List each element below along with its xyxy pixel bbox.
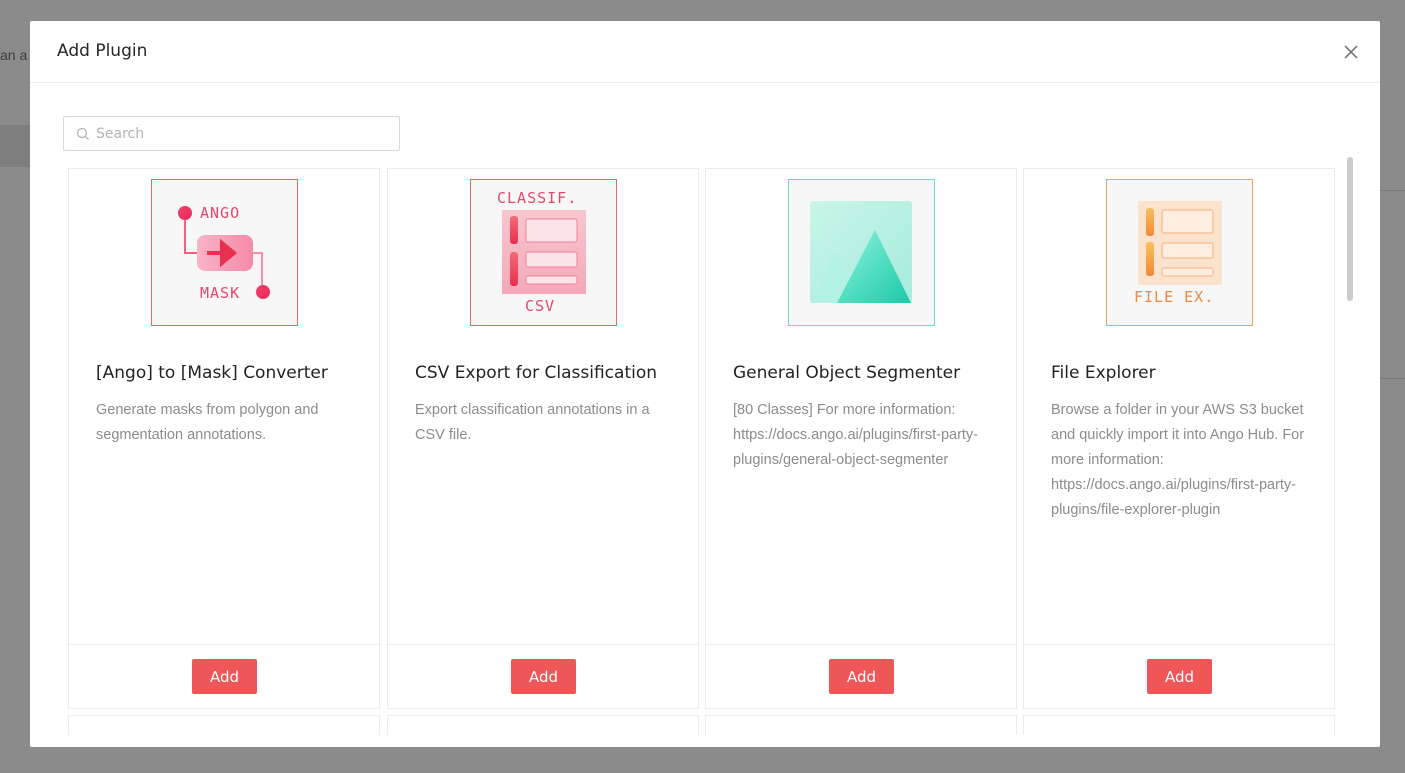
modal-header: Add Plugin [30, 21, 1380, 83]
thumb-label-top: ANGO [200, 204, 241, 222]
scrollbar-thumb[interactable] [1347, 157, 1353, 301]
search-input[interactable] [96, 125, 386, 142]
plugin-description: Browse a folder in your AWS S3 bucket an… [1051, 402, 1305, 518]
plugin-card-partial [387, 715, 699, 735]
background-band [0, 125, 30, 167]
plugin-card-partial [1023, 715, 1335, 735]
plugin-title: File Explorer [1051, 363, 1156, 383]
add-button[interactable]: Add [192, 659, 257, 694]
search-icon [76, 127, 89, 140]
plugin-card-partial [68, 715, 380, 735]
add-plugin-modal: Add Plugin Search ANGO MASK [Ango] to [M… [30, 21, 1380, 747]
add-button[interactable]: Add [829, 659, 894, 694]
plugin-card-file-explorer: FILE EX. File Explorer Browse a folder i… [1023, 168, 1335, 709]
plugin-description: Generate masks from polygon and segmenta… [96, 402, 319, 443]
close-icon[interactable] [1342, 43, 1360, 61]
plugin-card-ango-to-mask: ANGO MASK [Ango] to [Mask] Converter Gen… [68, 168, 380, 709]
card-footer: Add [1024, 644, 1334, 709]
plugin-description: [80 Classes] For more information: https… [733, 402, 979, 468]
add-button[interactable]: Add [511, 659, 576, 694]
card-footer: Add [388, 644, 698, 709]
plugin-card-csv-export: CLASSIF. CSV CSV Export for Classificati… [387, 168, 699, 709]
search-field[interactable] [63, 116, 400, 151]
modal-title: Add Plugin [57, 41, 148, 61]
thumb-label-top: CLASSIF. [497, 189, 578, 207]
ango-to-mask-icon [151, 179, 298, 326]
plugin-card-object-segmenter: General Object Segmenter [80 Classes] Fo… [705, 168, 1017, 709]
background-divider [1380, 190, 1405, 191]
card-footer: Add [706, 644, 1016, 709]
thumb-label-bottom: MASK [200, 284, 241, 302]
plugin-title: [Ango] to [Mask] Converter [96, 363, 328, 383]
plugin-card-partial [705, 715, 1017, 735]
background-divider [1380, 378, 1405, 379]
add-button[interactable]: Add [1147, 659, 1212, 694]
plugin-title: General Object Segmenter [733, 363, 961, 383]
card-footer: Add [69, 644, 379, 709]
plugin-description: Export classification annotations in a C… [415, 402, 650, 443]
background-text: an a [0, 47, 28, 63]
plugin-title: CSV Export for Classification [415, 363, 658, 383]
thumb-label-bottom: FILE EX. [1134, 288, 1215, 306]
thumb-label-bottom: CSV [525, 297, 556, 315]
mountain-image-icon [788, 179, 935, 326]
